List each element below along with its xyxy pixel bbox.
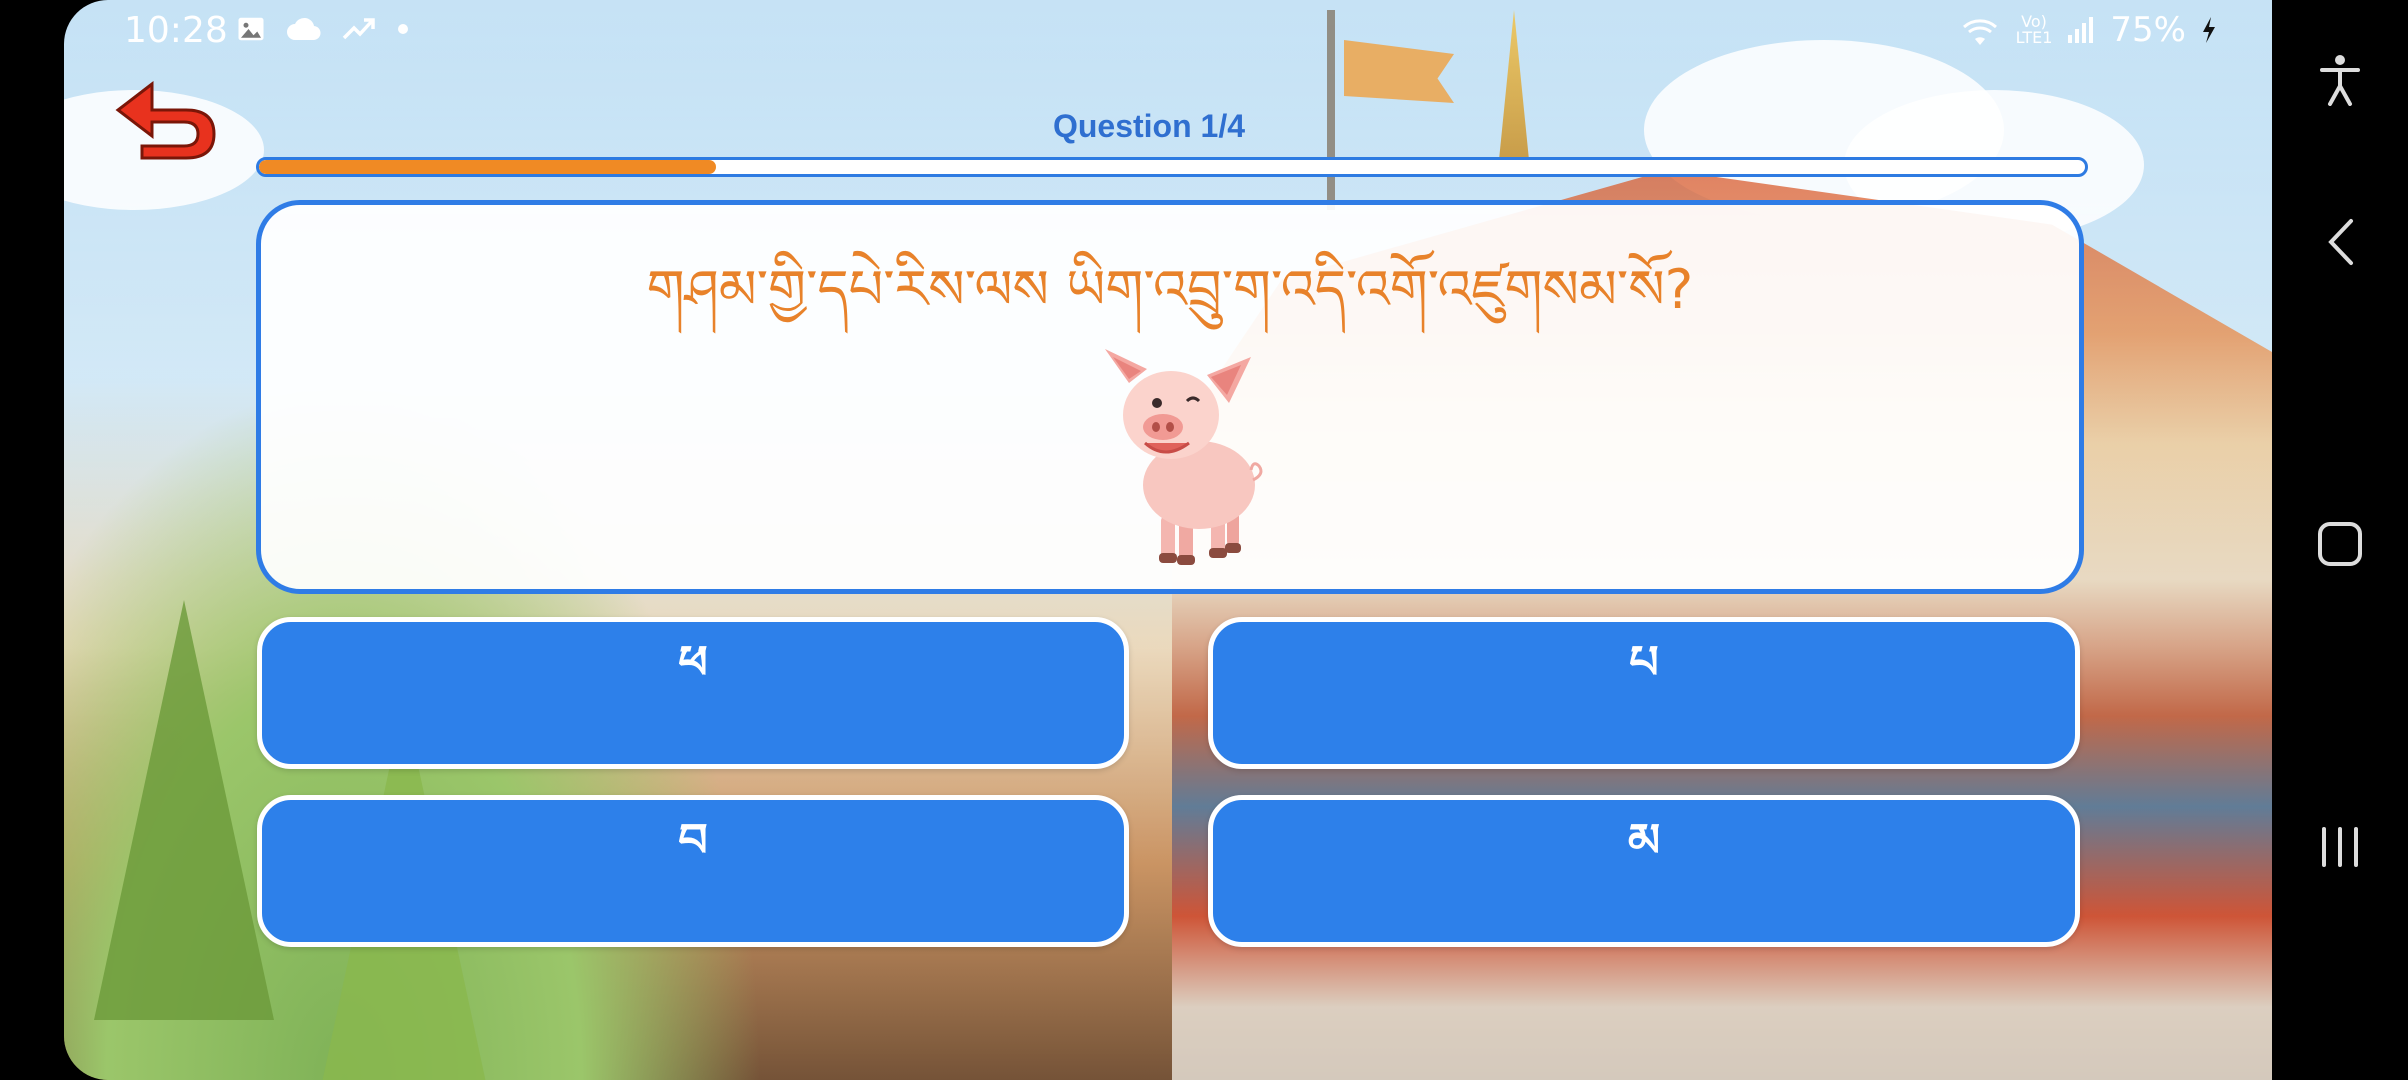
app-screen: 10:28 Vo) LTE1 75% Question 1/4 གཤམ་གྱི་… [64,0,2272,1080]
quiz-progress-bar [256,157,2088,177]
status-left-icons [236,14,410,44]
signal-icon [2068,17,2094,43]
recents-icon [2322,827,2358,867]
status-time: 10:28 [124,10,228,51]
gallery-icon [238,17,264,41]
nav-recents-button[interactable] [2308,815,2372,879]
dot-icon [398,24,408,34]
nav-back-button[interactable] [2308,210,2372,274]
back-icon [2328,219,2353,265]
cloud-icon [287,17,321,41]
back-button[interactable] [114,78,218,162]
background-tree [94,600,274,1020]
answer-option-4[interactable]: མ [1208,795,2080,947]
answer-option-2[interactable]: པ [1208,617,2080,769]
system-navigation-bar [2272,0,2408,1080]
pig-image [1105,349,1263,565]
quiz-progress-fill [259,160,716,174]
battery-percent: 75% [2110,10,2186,50]
question-counter: Question 1/4 [1052,108,1246,144]
home-icon [2318,522,2362,566]
battery-charging-icon [2203,17,2215,43]
nav-home-button[interactable] [2308,512,2372,576]
wifi-icon [1962,19,1997,45]
network-label: Vo) LTE1 [2016,14,2053,46]
accessibility-button[interactable] [2308,48,2372,112]
lte-label: LTE1 [2015,28,2053,47]
status-bar: 10:28 Vo) LTE1 75% [64,0,2272,66]
status-right-icons: Vo) LTE1 75% [1958,10,2218,50]
accessibility-icon [2320,55,2360,106]
answer-option-3[interactable]: བ [257,795,1129,947]
question-card: གཤམ་གྱི་དཔེ་རིས་ལས ཡིག་འབྲུ་ག་འདི་འགོ་འཛ… [256,200,2084,594]
undo-arrow-icon [115,80,216,160]
trending-icon [342,18,375,40]
answer-option-1[interactable]: ཕ [257,617,1129,769]
